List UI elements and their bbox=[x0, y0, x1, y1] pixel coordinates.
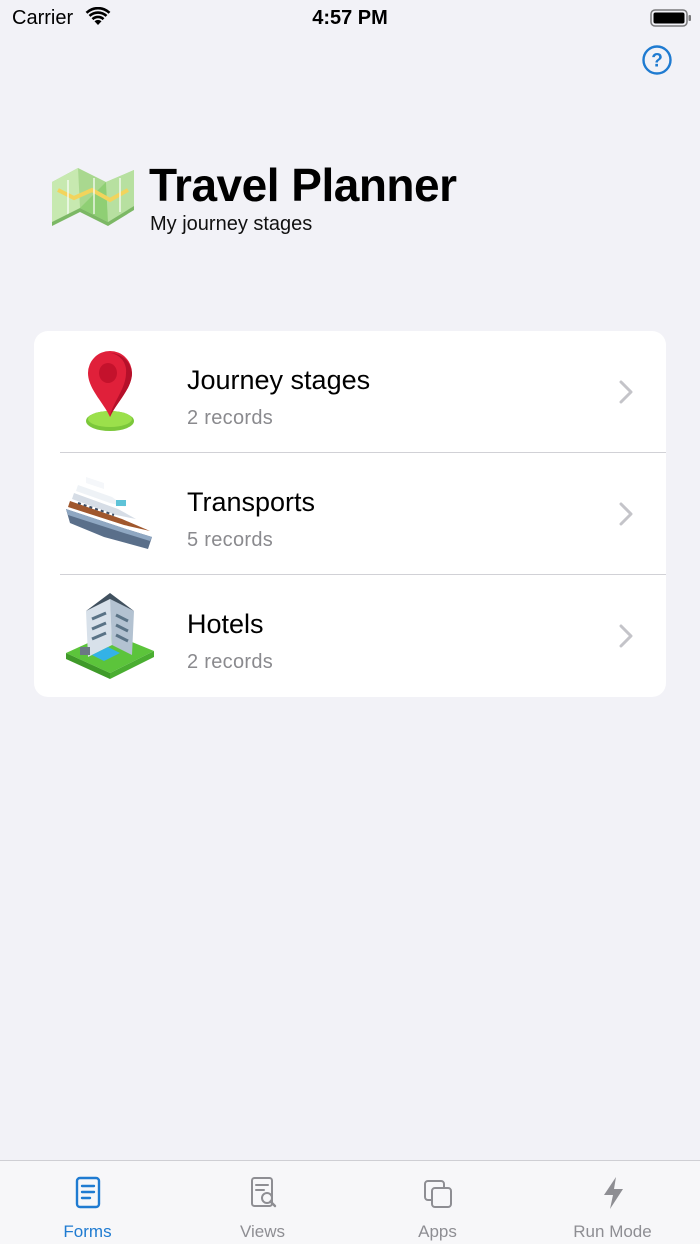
status-bar: Carrier 4:57 PM bbox=[0, 0, 700, 36]
help-icon[interactable]: ? bbox=[641, 44, 673, 76]
bolt-icon bbox=[604, 1177, 623, 1209]
form-title: Transports bbox=[187, 487, 316, 517]
tab-run-mode[interactable]: Run Mode bbox=[525, 1161, 700, 1244]
tab-label: Forms bbox=[63, 1222, 112, 1241]
page-subtitle: My journey stages bbox=[150, 213, 313, 235]
chevron-right-icon bbox=[619, 380, 633, 404]
apps-icon bbox=[424, 1180, 452, 1208]
forms-icon bbox=[75, 1176, 101, 1209]
record-count: 5 records bbox=[187, 529, 274, 551]
tab-apps[interactable]: Apps bbox=[350, 1161, 525, 1244]
tab-label: Views bbox=[239, 1222, 286, 1241]
clock: 4:57 PM bbox=[312, 7, 388, 29]
help-label: ? bbox=[651, 51, 663, 72]
record-count: 2 records bbox=[187, 407, 274, 429]
tab-label: Run Mode bbox=[573, 1222, 652, 1241]
tab-forms[interactable]: Forms bbox=[0, 1161, 175, 1244]
page-title: Travel Planner bbox=[149, 159, 457, 211]
form-row-journey-stages[interactable]: Journey stages 2 records bbox=[34, 331, 666, 453]
forms-list: Journey stages 2 records Transports 5 re… bbox=[34, 331, 666, 697]
tab-views[interactable]: Views bbox=[175, 1161, 350, 1244]
battery-icon bbox=[650, 9, 691, 27]
chevron-right-icon bbox=[619, 502, 633, 526]
location-pin-icon bbox=[86, 351, 134, 431]
chevron-right-icon bbox=[619, 624, 633, 648]
map-icon bbox=[52, 168, 134, 226]
form-title: Journey stages bbox=[187, 365, 371, 395]
form-row-hotels[interactable]: Hotels 2 records bbox=[34, 575, 666, 697]
tab-bar: Forms Views Apps Run Mode bbox=[0, 1160, 700, 1244]
app-screen: Carrier 4:57 PM ? Travel Planner My jour… bbox=[0, 0, 700, 1244]
form-row-transports[interactable]: Transports 5 records bbox=[34, 453, 666, 575]
tab-label: Apps bbox=[418, 1222, 457, 1241]
hotel-icon bbox=[66, 593, 154, 679]
record-count: 2 records bbox=[187, 651, 274, 673]
views-icon bbox=[251, 1177, 277, 1208]
form-title: Hotels bbox=[187, 609, 264, 639]
ship-icon bbox=[66, 477, 152, 549]
